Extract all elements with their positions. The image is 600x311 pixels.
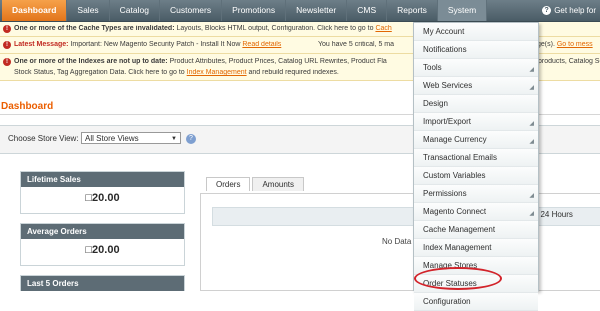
cache-notice-text: One or more of the Cache Types are inval… [14, 25, 392, 32]
nav-customers[interactable]: Customers [160, 0, 223, 21]
index-notice-tail: products, Catalog Sea [538, 58, 600, 65]
help-icon[interactable]: ? [186, 134, 196, 144]
cache-management-link[interactable]: Cach [375, 25, 391, 32]
nav-catalog[interactable]: Catalog [110, 0, 160, 21]
latest-message-text: Latest Message: Important: New Magento S… [14, 41, 282, 48]
main-menu: Dashboard Sales Catalog Customers Promot… [2, 0, 488, 21]
menu-cache-management[interactable]: Cache Management [414, 221, 538, 239]
nav-system[interactable]: System [437, 0, 488, 21]
menu-index-management[interactable]: Index Management [414, 239, 538, 257]
alert-icon: ! [3, 41, 11, 49]
alert-icon: ! [3, 58, 11, 66]
page-title: Dashboard [1, 101, 54, 112]
nav-dashboard[interactable]: Dashboard [2, 0, 68, 21]
store-view-label: Choose Store View: [8, 134, 79, 143]
nav-newsletter[interactable]: Newsletter [286, 0, 348, 21]
chevron-down-icon: ▼ [171, 136, 177, 142]
menu-my-account[interactable]: My Account [414, 23, 538, 41]
menu-design[interactable]: Design [414, 95, 538, 113]
lifetime-sales-value: □20.00 [85, 192, 120, 204]
system-menu-dropdown: My Account Notifications Tools ◢ Web Serv… [413, 22, 539, 311]
menu-transactional-emails[interactable]: Transactional Emails [414, 149, 538, 167]
go-to-messages: ge(s). Go to mess [537, 41, 593, 48]
store-view-value: All Store Views [85, 134, 139, 143]
menu-permissions[interactable]: Permissions ◢ [414, 185, 538, 203]
help-link[interactable]: ? Get help for [542, 0, 596, 21]
tab-orders[interactable]: Orders [206, 177, 251, 191]
index-notice-line2: Stock Status, Tag Aggregation Data. Clic… [14, 69, 339, 76]
nav-cms[interactable]: CMS [347, 0, 388, 21]
menu-custom-variables[interactable]: Custom Variables [414, 167, 538, 185]
average-orders-header: Average Orders [21, 224, 184, 239]
tab-amounts[interactable]: Amounts [252, 177, 305, 191]
nav-promotions[interactable]: Promotions [222, 0, 287, 21]
no-data-text: No Data [382, 237, 412, 246]
nav-reports[interactable]: Reports [387, 0, 438, 21]
index-management-link[interactable]: Index Management [187, 69, 247, 76]
menu-tools[interactable]: Tools ◢ [414, 59, 538, 77]
top-navigation-bar: Dashboard Sales Catalog Customers Promot… [0, 0, 600, 22]
index-notice-text: One or more of the Indexes are not up to… [14, 58, 387, 65]
read-details-link[interactable]: Read details [242, 41, 281, 48]
go-to-messages-link[interactable]: Go to mess [557, 41, 593, 48]
lifetime-sales-box: Lifetime Sales □20.00 [20, 171, 185, 214]
nav-sales[interactable]: Sales [67, 0, 110, 21]
help-label: Get help for [554, 6, 596, 15]
menu-manage-currency[interactable]: Manage Currency ◢ [414, 131, 538, 149]
store-view-select[interactable]: All Store Views ▼ [81, 132, 181, 144]
average-orders-box: Average Orders □20.00 [20, 223, 185, 266]
lifetime-sales-header: Lifetime Sales [21, 172, 184, 187]
critical-count-text: You have 5 critical, 5 ma [318, 41, 395, 48]
alert-icon: ! [3, 25, 11, 33]
menu-magento-connect[interactable]: Magento Connect ◢ [414, 203, 538, 221]
menu-import-export[interactable]: Import/Export ◢ [414, 113, 538, 131]
highlight-circle [414, 267, 502, 290]
chart-tabs: Orders Amounts [206, 177, 306, 191]
menu-web-services[interactable]: Web Services ◢ [414, 77, 538, 95]
menu-configuration[interactable]: Configuration [414, 293, 538, 311]
menu-notifications[interactable]: Notifications [414, 41, 538, 59]
average-orders-value: □20.00 [85, 244, 120, 256]
help-icon: ? [542, 6, 552, 15]
